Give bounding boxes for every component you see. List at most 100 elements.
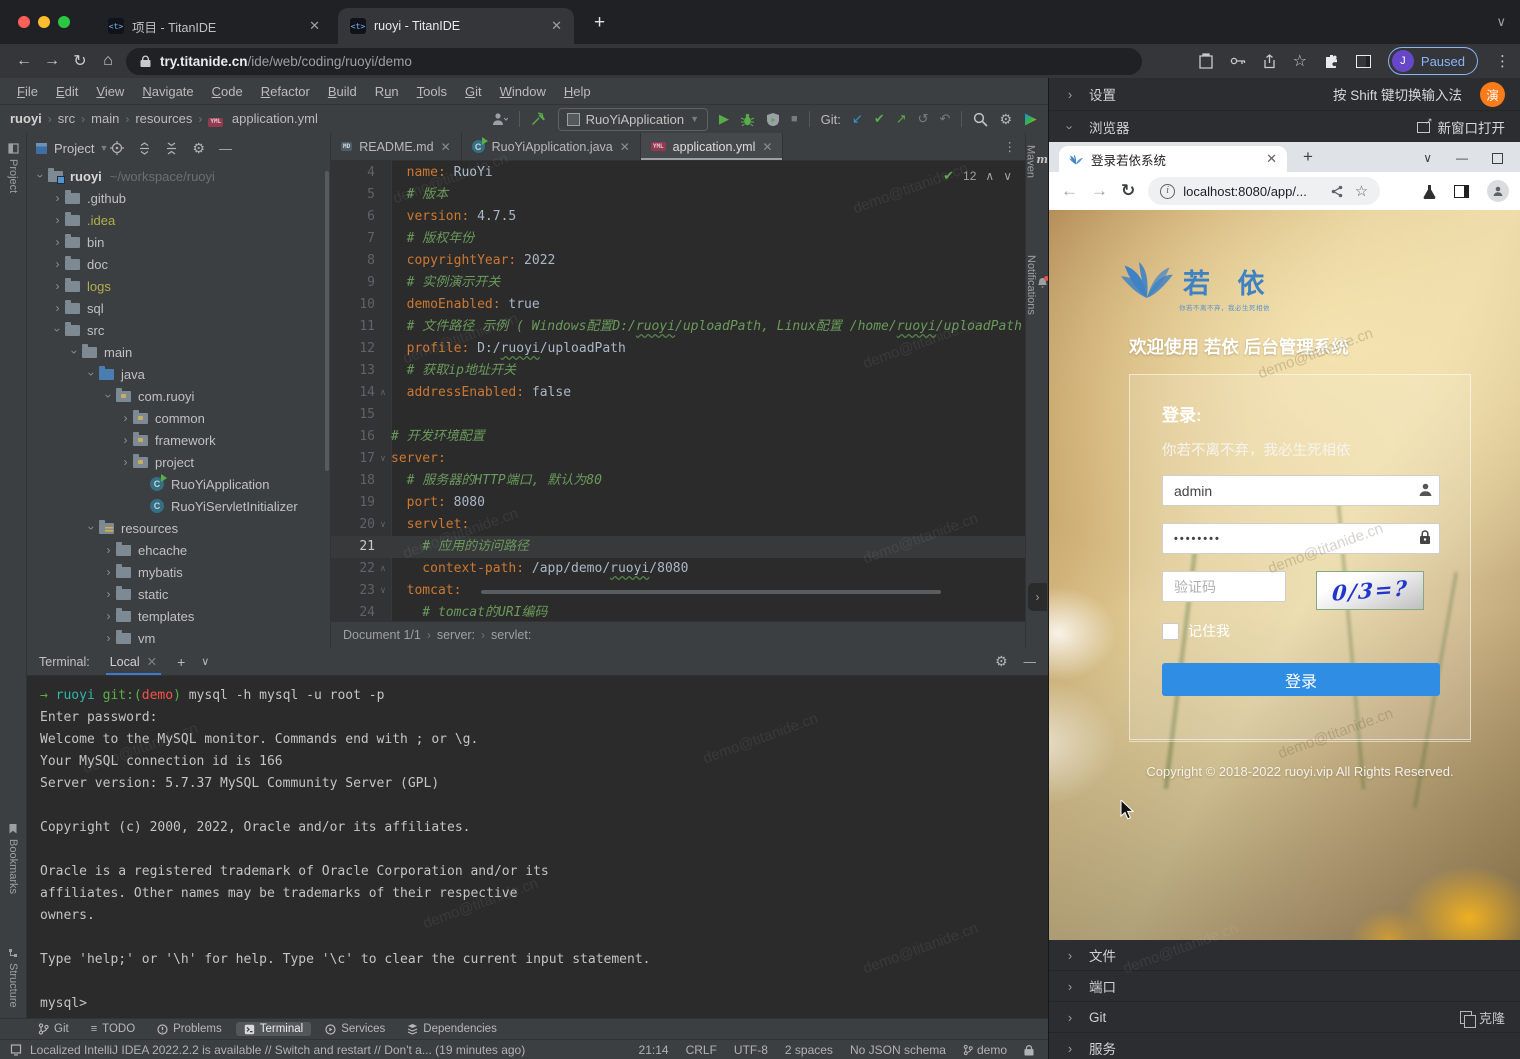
chevron-right-icon[interactable]: › bbox=[50, 235, 65, 249]
login-button[interactable]: 登录 bbox=[1162, 663, 1440, 696]
menu-git[interactable]: Git bbox=[456, 84, 491, 99]
close-tab-icon[interactable]: ✕ bbox=[309, 18, 320, 34]
section-Git[interactable]: ›Git克隆 bbox=[1049, 1002, 1520, 1033]
close-tab-icon[interactable]: ✕ bbox=[620, 140, 630, 154]
code-line-14[interactable]: 14∧ addressEnabled: false bbox=[331, 382, 1026, 404]
clone-button[interactable]: 克隆 bbox=[1460, 1008, 1505, 1027]
user-icon[interactable] bbox=[492, 112, 508, 126]
code-line-22[interactable]: 22∧ context-path: /app/demo/ruoyi/8080 bbox=[331, 558, 1026, 580]
editor-breadcrumb-item[interactable]: server: bbox=[437, 628, 475, 642]
run-with-coverage-icon[interactable] bbox=[766, 112, 780, 127]
tree-item-framework[interactable]: ›framework bbox=[27, 429, 330, 451]
menu-window[interactable]: Window bbox=[491, 84, 555, 99]
toolwindow-services[interactable]: Services bbox=[317, 1022, 393, 1036]
embedded-minimize-icon[interactable]: — bbox=[1456, 151, 1468, 165]
git-push-icon[interactable]: ↗ bbox=[896, 111, 907, 127]
close-embedded-tab-icon[interactable]: ✕ bbox=[1266, 151, 1277, 167]
status-message[interactable]: Localized IntelliJ IDEA 2022.2.2 is avai… bbox=[30, 1043, 525, 1057]
expand-all-icon[interactable] bbox=[138, 142, 151, 155]
toolwindow-git[interactable]: Git bbox=[30, 1022, 77, 1036]
maximize-window-button[interactable] bbox=[58, 16, 70, 28]
chevron-down-icon[interactable]: › bbox=[51, 323, 65, 338]
embedded-share-icon[interactable] bbox=[1331, 185, 1343, 198]
address-bar[interactable]: try.titanide.cn/ide/web/coding/ruoyi/dem… bbox=[126, 48, 1142, 75]
chevron-down-icon[interactable]: › bbox=[85, 367, 99, 382]
bookmark-star-icon[interactable]: ☆ bbox=[1293, 51, 1307, 71]
embedded-tabs-menu-icon[interactable]: ∨ bbox=[1423, 151, 1432, 165]
menu-code[interactable]: Code bbox=[203, 84, 252, 99]
tree-item-templates[interactable]: ›templates bbox=[27, 605, 330, 627]
code-line-24[interactable]: 24 # tomcat的URI编码 bbox=[331, 602, 1026, 622]
code-line-18[interactable]: 18 # 服务器的HTTP端口, 默认为80 bbox=[331, 470, 1026, 492]
profile-chip[interactable]: J Paused bbox=[1388, 47, 1478, 75]
status-item[interactable]: 2 spaces bbox=[785, 1043, 833, 1057]
menu-edit[interactable]: Edit bbox=[47, 84, 87, 99]
browser-tab-ruoyi[interactable]: <t> ruoyi - TitanIDE ✕ bbox=[338, 8, 574, 44]
section-browser[interactable]: › 浏览器 新窗口打开 bbox=[1049, 111, 1520, 144]
hide-panel-icon[interactable]: — bbox=[219, 141, 232, 156]
build-hammer-icon[interactable] bbox=[531, 112, 547, 127]
section-settings[interactable]: › 设置 按 Shift 键切换输入法 演 bbox=[1049, 78, 1520, 111]
editor-tab-application.yml[interactable]: YMLapplication.yml✕ bbox=[641, 133, 784, 160]
event-log-icon[interactable] bbox=[10, 1044, 22, 1056]
code-line-6[interactable]: 6 version: 4.7.5 bbox=[331, 206, 1026, 228]
embedded-bookmark-star-icon[interactable]: ☆ bbox=[1355, 182, 1368, 200]
new-tab-button[interactable]: + bbox=[594, 12, 605, 34]
chrome-menu-icon[interactable]: ⋮ bbox=[1495, 52, 1510, 70]
menu-navigate[interactable]: Navigate bbox=[133, 84, 202, 99]
git-update-icon[interactable]: ↙ bbox=[852, 111, 863, 127]
breadcrumb-item[interactable]: resources bbox=[135, 111, 192, 126]
remember-me-checkbox[interactable] bbox=[1162, 623, 1179, 640]
embedded-restore-icon[interactable] bbox=[1492, 153, 1503, 164]
extensions-icon[interactable] bbox=[1324, 54, 1339, 69]
code-line-16[interactable]: 16# 开发环境配置 bbox=[331, 426, 1026, 448]
chevron-right-icon[interactable]: › bbox=[50, 257, 65, 271]
chevron-right-icon[interactable]: › bbox=[50, 213, 65, 227]
editor-tab-options-icon[interactable]: ⋮ bbox=[994, 133, 1027, 160]
status-item[interactable]: No JSON schema bbox=[850, 1043, 946, 1057]
stripe-bookmarks-tab[interactable]: Bookmarks bbox=[0, 823, 26, 894]
embedded-back-icon[interactable]: ← bbox=[1061, 181, 1078, 201]
tab-search-icon[interactable]: ∨ bbox=[1496, 14, 1506, 30]
tree-item-RuoYiServletInitializer[interactable]: CRuoYiServletInitializer bbox=[27, 495, 330, 517]
run-button[interactable]: ▶ bbox=[719, 111, 729, 127]
run-configuration-select[interactable]: RuoYiApplication ▼ bbox=[558, 108, 708, 131]
project-panel-title[interactable]: Project bbox=[54, 141, 94, 156]
tree-item-src[interactable]: ›src bbox=[27, 319, 330, 341]
key-icon[interactable] bbox=[1230, 56, 1246, 66]
chevron-down-icon[interactable]: › bbox=[34, 169, 48, 184]
inspections-widget[interactable]: ✔ 12 ∧ ∨ bbox=[943, 165, 1012, 187]
tree-item-vm[interactable]: ›vm bbox=[27, 627, 330, 648]
status-item[interactable]: UTF-8 bbox=[734, 1043, 768, 1057]
search-icon[interactable] bbox=[973, 112, 988, 127]
embedded-browser-tab[interactable]: 登录若依系统 ✕ bbox=[1059, 146, 1287, 172]
chevron-down-icon[interactable]: › bbox=[102, 389, 116, 404]
tree-item-common[interactable]: ›common bbox=[27, 407, 330, 429]
chevron-right-icon[interactable]: › bbox=[50, 301, 65, 315]
editor-tab-README.md[interactable]: MDREADME.md✕ bbox=[331, 133, 462, 160]
menu-run[interactable]: Run bbox=[366, 84, 408, 99]
fold-marker[interactable]: ∨ bbox=[375, 448, 391, 470]
code-line-4[interactable]: 4 name: RuoYi bbox=[331, 162, 1026, 184]
terminal-tab-local[interactable]: Local✕ bbox=[106, 648, 161, 675]
menu-build[interactable]: Build bbox=[319, 84, 366, 99]
flask-icon[interactable] bbox=[1423, 184, 1436, 199]
status-item[interactable]: 21:14 bbox=[639, 1043, 669, 1057]
section-端口[interactable]: ›端口 bbox=[1049, 971, 1520, 1002]
next-problem-icon[interactable]: ∨ bbox=[1003, 165, 1012, 187]
home-icon[interactable]: ⌂ bbox=[94, 52, 122, 70]
password-input[interactable] bbox=[1162, 523, 1440, 554]
tree-item-RuoYiApplication[interactable]: CRuoYiApplication bbox=[27, 473, 330, 495]
code-line-20[interactable]: 20∨ servlet: bbox=[331, 514, 1026, 536]
chevron-right-icon[interactable]: › bbox=[101, 631, 116, 645]
code-line-15[interactable]: 15 bbox=[331, 404, 1026, 426]
breadcrumb-item[interactable]: main bbox=[91, 111, 119, 126]
close-tab-icon[interactable]: ✕ bbox=[441, 140, 451, 154]
new-terminal-icon[interactable]: + bbox=[177, 654, 185, 670]
locate-icon[interactable] bbox=[110, 141, 124, 155]
tree-item-mybatis[interactable]: ›mybatis bbox=[27, 561, 330, 583]
info-icon[interactable]: i bbox=[1160, 184, 1175, 199]
git-commit-icon[interactable]: ✔ bbox=[874, 111, 885, 127]
stripe-notifications-tab[interactable]: Notifications bbox=[1026, 251, 1048, 315]
code-line-10[interactable]: 10 demoEnabled: true bbox=[331, 294, 1026, 316]
